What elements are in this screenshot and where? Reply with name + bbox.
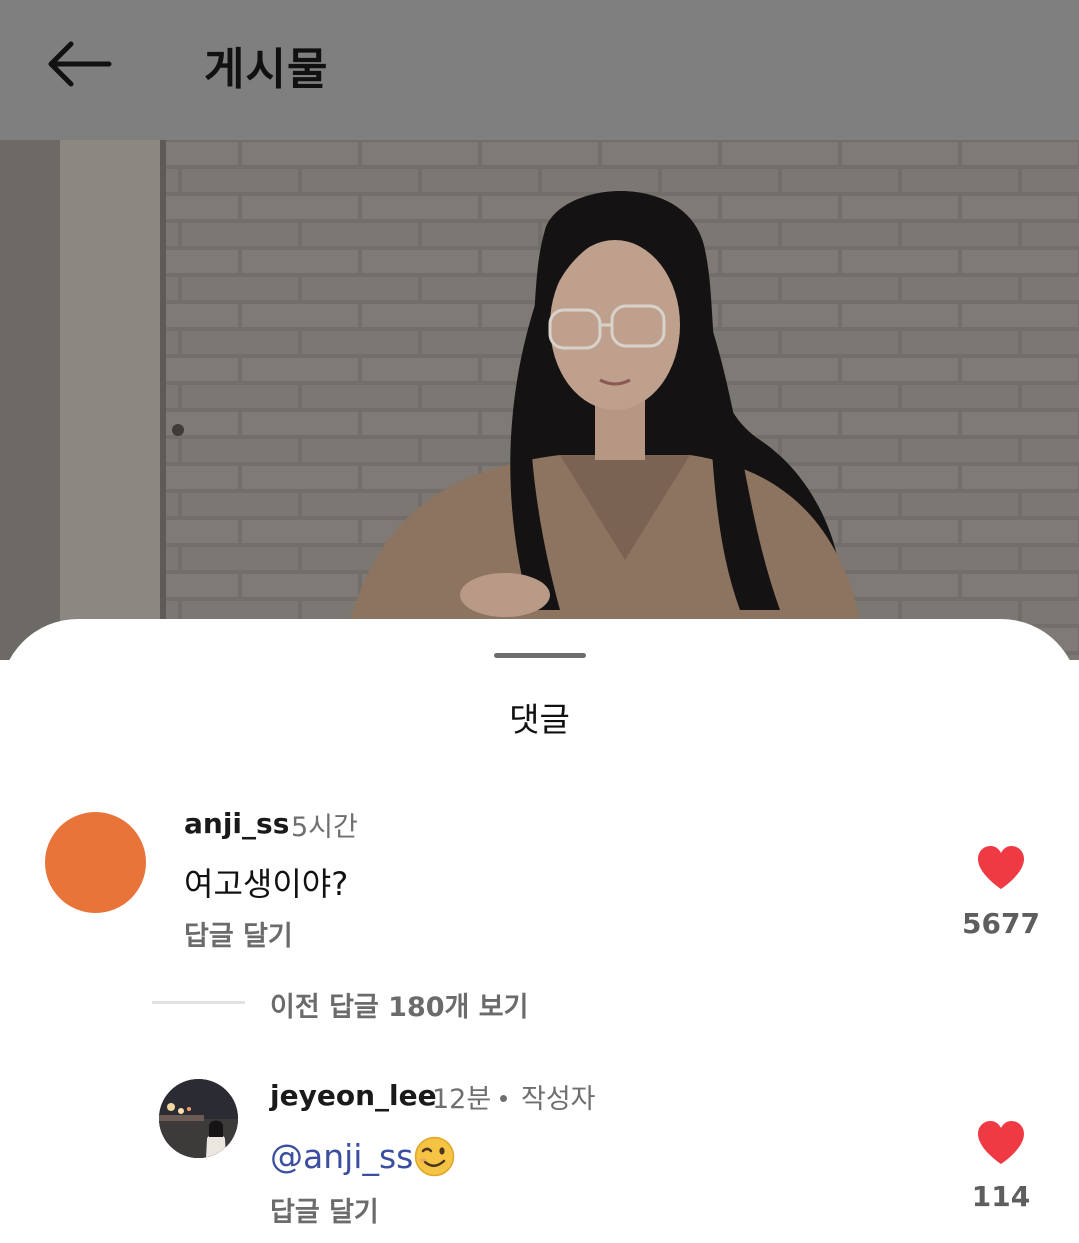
winking-face-icon: [414, 1136, 455, 1177]
comment-time: 5시간: [291, 812, 358, 843]
like-count: 5677: [962, 907, 1040, 940]
reply-button[interactable]: 답글 달기: [184, 914, 293, 953]
like-button[interactable]: [976, 1120, 1026, 1166]
like-button[interactable]: [976, 845, 1026, 891]
heart-icon: [978, 1121, 1024, 1164]
sheet-title: 댓글: [509, 700, 570, 739]
drag-handle[interactable]: [494, 653, 586, 658]
reply-time: 12분: [432, 1084, 492, 1115]
heart-icon: [978, 846, 1024, 889]
avatar[interactable]: [45, 812, 146, 913]
comment-username[interactable]: anji_ss: [184, 807, 289, 840]
separator-dot: [500, 1095, 507, 1102]
avatar[interactable]: [159, 1079, 238, 1158]
comment-text: 여고생이야?: [184, 865, 349, 903]
author-badge: 작성자: [521, 1084, 596, 1115]
page-title: 게시물: [204, 44, 329, 95]
reply-button[interactable]: 답글 달기: [270, 1190, 379, 1229]
back-button[interactable]: [40, 34, 116, 94]
reply-username[interactable]: jeyeon_lee: [270, 1079, 437, 1112]
top-bar: 게시물: [0, 0, 1079, 140]
comments-sheet: 댓글 anji_ss 5시간 여고생이야? 답글 달기 5677 이전 답글 1…: [0, 619, 1079, 1243]
divider: [152, 1001, 245, 1004]
mention-link[interactable]: @anji_ss: [270, 1137, 413, 1176]
arrow-left-icon: [48, 41, 112, 87]
view-previous-replies-button[interactable]: 이전 답글 180개 보기: [270, 985, 528, 1024]
like-count: 114: [971, 1180, 1031, 1213]
post-image[interactable]: [0, 140, 1079, 660]
